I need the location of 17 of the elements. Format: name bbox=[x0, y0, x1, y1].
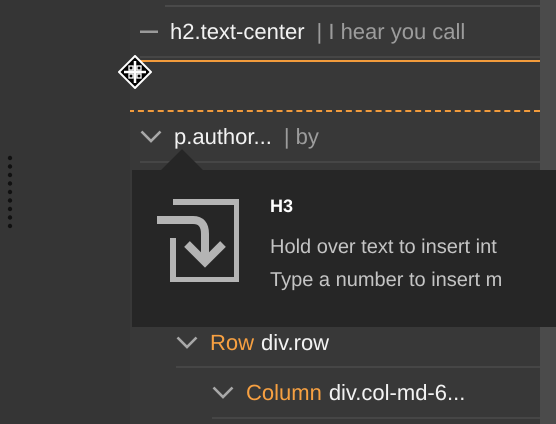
element-tag[interactable]: p.author... bbox=[174, 124, 272, 150]
element-tag[interactable]: div.row bbox=[261, 330, 330, 356]
tooltip-text: Type a number to insert m bbox=[270, 268, 502, 293]
element-tag[interactable]: div.col-md-6... bbox=[328, 380, 466, 406]
chevron-down-icon[interactable] bbox=[140, 130, 162, 143]
element-text: | by bbox=[284, 124, 319, 150]
component-label: Column bbox=[246, 380, 322, 406]
element-text: | I hear you call bbox=[316, 18, 466, 44]
tooltip-title: H3 bbox=[270, 196, 294, 217]
move-cursor-icon bbox=[118, 55, 152, 89]
tooltip-text: Hold over text to insert int bbox=[270, 235, 498, 260]
drag-handle-icon[interactable] bbox=[7, 155, 13, 229]
chevron-down-icon[interactable] bbox=[212, 386, 234, 399]
component-label: Row bbox=[210, 330, 254, 356]
dash-icon bbox=[140, 30, 158, 34]
chevron-down-icon[interactable] bbox=[176, 336, 198, 349]
element-tag[interactable]: h2.text-center bbox=[170, 18, 305, 44]
